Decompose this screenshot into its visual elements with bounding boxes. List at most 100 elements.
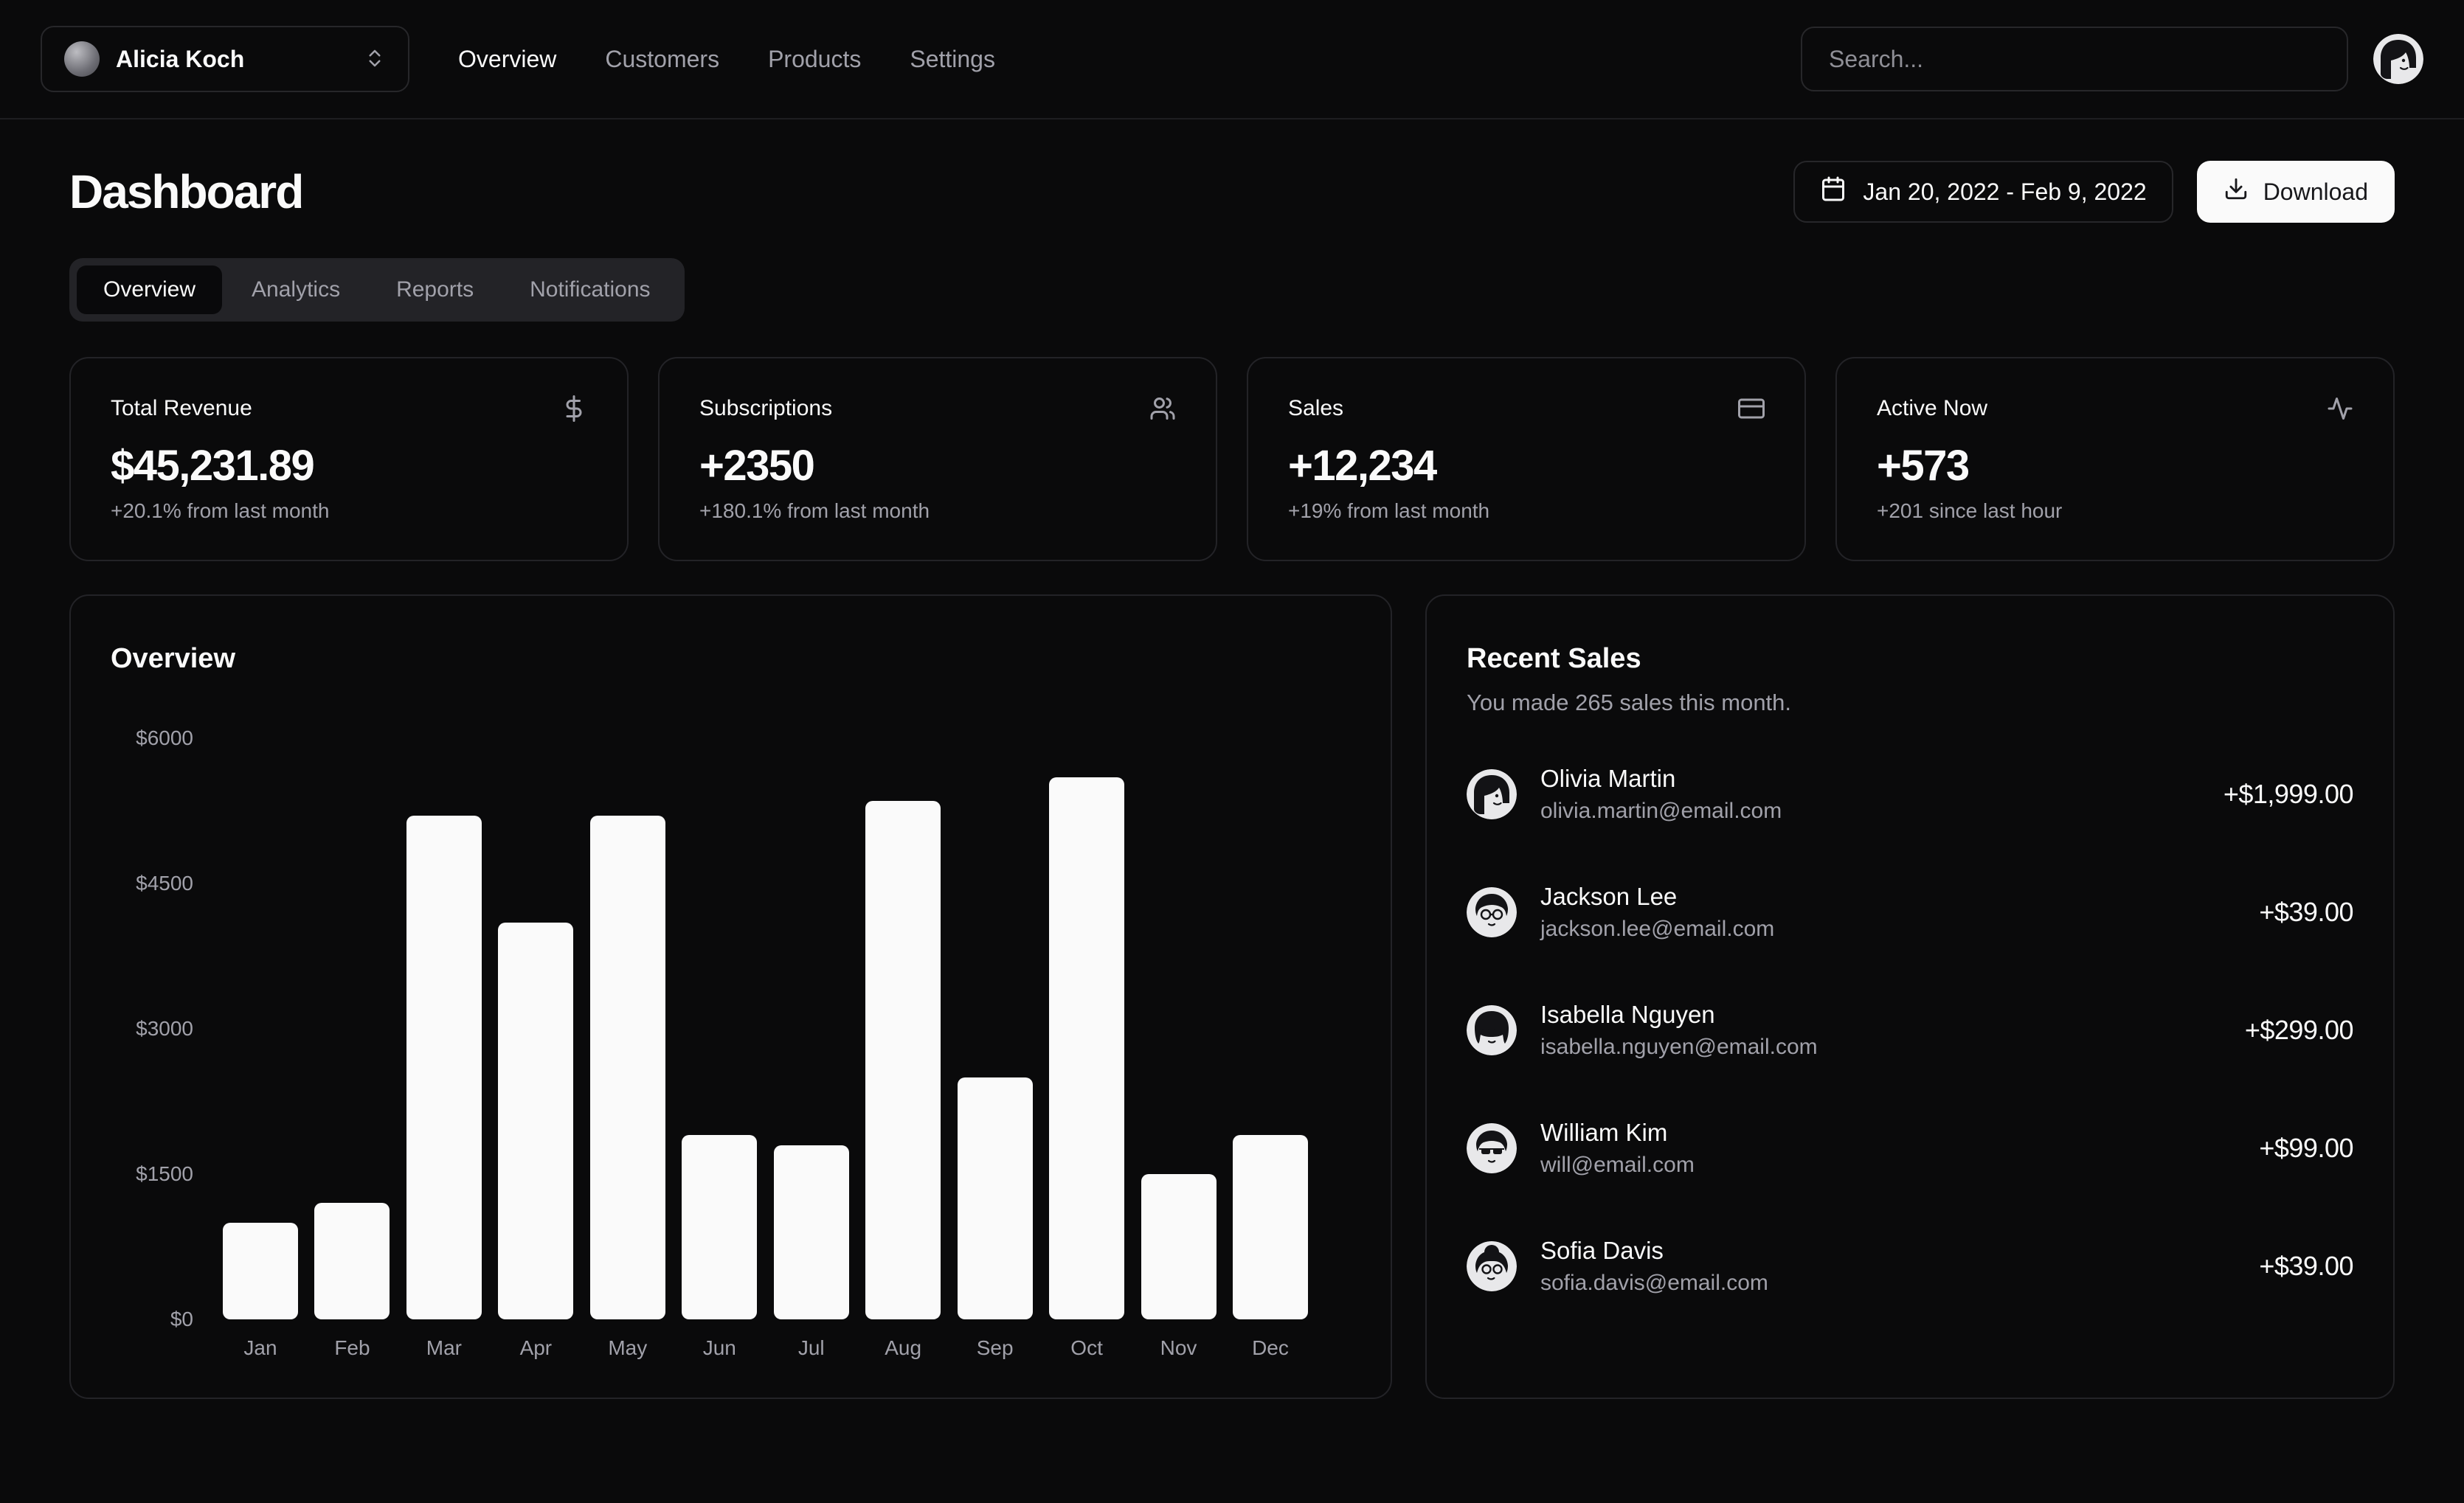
chart-column: Oct	[1049, 777, 1124, 1361]
team-name: Alicia Koch	[116, 46, 347, 73]
stat-icon	[1738, 395, 1765, 422]
chart-bars: JanFebMar Apr May Jun Jul Aug Sep Oct Nov Dec	[223, 738, 1308, 1361]
chart-bar	[958, 1077, 1033, 1319]
nav-item[interactable]: Products	[768, 46, 861, 73]
chart-bar	[314, 1203, 390, 1319]
chart-column: Dec	[1233, 1135, 1308, 1361]
chart-bar	[1233, 1135, 1308, 1319]
recent-sales-card: Recent Sales You made 265 sales this mon…	[1425, 594, 2395, 1399]
customer-email: jackson.lee@email.com	[1540, 917, 1774, 942]
stat-change: +19% from last month	[1288, 499, 1765, 523]
recent-sales-list: Olivia Martin olivia.martin@email.com +$…	[1467, 765, 2353, 1296]
chart-bar	[590, 816, 665, 1319]
tab-item[interactable]: Analytics	[225, 265, 367, 314]
sale-amount: +$39.00	[2259, 897, 2353, 928]
customer-email: will@email.com	[1540, 1153, 1695, 1178]
chart-bar	[1049, 777, 1124, 1319]
stats-grid: Total Revenue $45,231.89 +20.1% from las…	[69, 357, 2395, 561]
customer-email: sofia.davis@email.com	[1540, 1271, 1768, 1296]
recent-sales-subtitle: You made 265 sales this month.	[1467, 690, 2353, 716]
chevrons-up-down-icon	[364, 47, 386, 72]
bar-chart: $0$1500$3000$4500$6000JanFebMarAprMayJun…	[111, 738, 1351, 1361]
customer-name: William Kim	[1540, 1119, 1695, 1147]
search-input[interactable]	[1801, 27, 2348, 91]
chart-column: May	[590, 816, 665, 1361]
sale-row: Isabella Nguyen isabella.nguyen@email.co…	[1467, 1001, 2353, 1060]
chart-column: Mar	[406, 816, 482, 1361]
stat-title: Total Revenue	[111, 396, 252, 421]
stat-value: $45,231.89	[111, 441, 587, 490]
chart-bar	[774, 1145, 849, 1319]
chart-column: Apr	[498, 923, 573, 1361]
x-axis-label: Aug	[885, 1336, 921, 1361]
x-axis-label: Oct	[1070, 1336, 1103, 1361]
date-range-label: Jan 20, 2022 - Feb 9, 2022	[1863, 178, 2146, 206]
stat-value: +573	[1877, 441, 2353, 490]
sale-row: Sofia Davis sofia.davis@email.com +$39.0…	[1467, 1237, 2353, 1296]
tab-item[interactable]: Reports	[370, 265, 500, 314]
customer-name: Jackson Lee	[1540, 883, 1774, 911]
y-axis-tick: $6000	[111, 726, 193, 750]
chart-bar	[498, 923, 573, 1319]
stat-change: +201 since last hour	[1877, 499, 2353, 523]
stat-change: +20.1% from last month	[111, 499, 587, 523]
user-menu-button[interactable]	[2373, 34, 2423, 84]
nav-item[interactable]: Settings	[910, 46, 995, 73]
team-switcher[interactable]: Alicia Koch	[41, 26, 409, 92]
chart-bar	[1141, 1174, 1217, 1319]
download-button[interactable]: Download	[2197, 161, 2395, 223]
sale-amount: +$299.00	[2245, 1015, 2353, 1046]
nav-item[interactable]: Customers	[605, 46, 719, 73]
customer-email: olivia.martin@email.com	[1540, 799, 1782, 824]
x-axis-label: Dec	[1252, 1336, 1289, 1361]
calendar-icon	[1820, 176, 1847, 208]
stat-change: +180.1% from last month	[699, 499, 1176, 523]
x-axis-label: Jun	[703, 1336, 736, 1361]
chart-column: Nov	[1141, 1174, 1217, 1361]
nav-item[interactable]: Overview	[458, 46, 556, 73]
y-axis-tick: $4500	[111, 872, 193, 895]
chart-column: Jun	[682, 1135, 757, 1361]
chart-bar	[682, 1135, 757, 1319]
customer-avatar	[1467, 1005, 1517, 1055]
chart-column: Sep	[958, 1077, 1033, 1361]
y-axis-tick: $1500	[111, 1162, 193, 1186]
chart-bar	[223, 1223, 298, 1319]
customer-avatar	[1467, 1123, 1517, 1173]
sale-amount: +$1,999.00	[2224, 779, 2353, 810]
stat-icon	[2327, 395, 2353, 422]
customer-avatar	[1467, 1241, 1517, 1291]
customer-name: Isabella Nguyen	[1540, 1001, 1818, 1029]
customer-name: Olivia Martin	[1540, 765, 1782, 793]
chart-column: Feb	[314, 1203, 390, 1361]
date-range-button[interactable]: Jan 20, 2022 - Feb 9, 2022	[1793, 161, 2173, 223]
stat-value: +2350	[699, 441, 1176, 490]
recent-sales-title: Recent Sales	[1467, 643, 2353, 675]
stat-title: Sales	[1288, 396, 1343, 421]
sale-row: Jackson Lee jackson.lee@email.com +$39.0…	[1467, 883, 2353, 942]
chart-column: Jan	[223, 1223, 298, 1361]
sale-row: Olivia Martin olivia.martin@email.com +$…	[1467, 765, 2353, 824]
sale-amount: +$39.00	[2259, 1251, 2353, 1282]
main-nav: Overview Customers Products Settings	[458, 46, 995, 73]
stat-card: Subscriptions +2350 +180.1% from last mo…	[658, 357, 1217, 561]
chart-column: Jul	[774, 1145, 849, 1361]
x-axis-label: Apr	[520, 1336, 553, 1361]
sale-amount: +$99.00	[2259, 1133, 2353, 1164]
team-avatar	[64, 41, 100, 77]
download-label: Download	[2263, 178, 2368, 206]
stat-title: Subscriptions	[699, 396, 832, 421]
x-axis-label: Sep	[977, 1336, 1014, 1361]
customer-name: Sofia Davis	[1540, 1237, 1768, 1265]
tab-bar: OverviewAnalyticsReportsNotifications	[69, 258, 685, 322]
stat-card: Active Now +573 +201 since last hour	[1835, 357, 2395, 561]
sale-row: William Kim will@email.com +$99.00	[1467, 1119, 2353, 1178]
chart-bar	[865, 801, 941, 1319]
tab-item[interactable]: Notifications	[503, 265, 676, 314]
customer-avatar	[1467, 769, 1517, 819]
download-icon	[2224, 176, 2249, 207]
page-title: Dashboard	[69, 164, 302, 219]
x-axis-label: May	[608, 1336, 647, 1361]
tab-item[interactable]: Overview	[77, 265, 222, 314]
stat-icon	[1149, 395, 1176, 422]
